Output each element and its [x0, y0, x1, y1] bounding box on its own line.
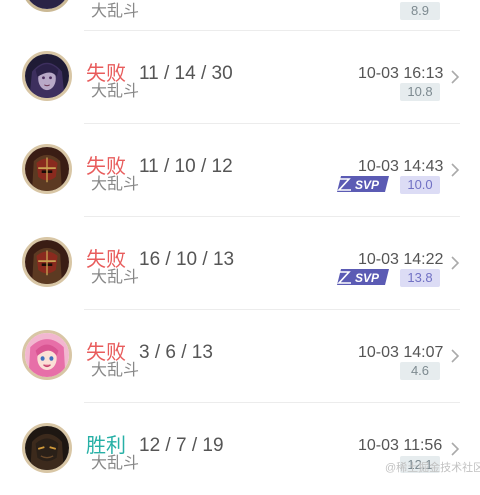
game-mode-label: 大乱斗	[91, 3, 140, 20]
chevron-right-icon	[451, 442, 460, 456]
match-history-list: 大乱斗 8.9 失败 11 / 14 / 30 10-03 16:13 大乱斗 …	[0, 0, 480, 480]
score-badge: 10.8	[400, 83, 440, 101]
game-mode-label: 大乱斗	[91, 176, 140, 193]
list-item-partial[interactable]: 大乱斗 8.9	[0, 0, 480, 30]
game-mode-label: 大乱斗	[91, 362, 140, 379]
champion-avatar-icon	[22, 330, 72, 380]
chevron-right-icon	[451, 163, 460, 177]
game-mode-label: 大乱斗	[91, 83, 140, 100]
svp-badge: SVP	[335, 173, 391, 195]
game-mode-label: 大乱斗	[91, 269, 140, 286]
chevron-right-icon	[451, 349, 460, 363]
game-mode-label: 大乱斗	[91, 455, 140, 472]
list-item[interactable]: 胜利 12 / 7 / 19 10-03 11:56 大乱斗 12.1	[0, 403, 480, 495]
kda-text: 11 / 10 / 12	[139, 156, 233, 177]
champion-avatar-icon	[22, 144, 72, 194]
svp-badge: SVP	[335, 266, 391, 288]
kda-text: 12 / 7 / 19	[139, 435, 224, 456]
list-item[interactable]: 失败 16 / 10 / 13 10-03 14:22 大乱斗 SVP 13.8	[0, 217, 480, 309]
svp-label: SVP	[355, 271, 380, 285]
score-badge: 13.8	[400, 269, 440, 287]
champion-avatar-icon	[22, 423, 72, 473]
list-item[interactable]: 失败 11 / 10 / 12 10-03 14:43 大乱斗 SVP 10.0	[0, 124, 480, 216]
chevron-right-icon	[451, 256, 460, 270]
list-item[interactable]: 失败 11 / 14 / 30 10-03 16:13 大乱斗 10.8	[0, 31, 480, 123]
score-badge: 10.0	[400, 176, 440, 194]
chevron-right-icon	[451, 70, 460, 84]
match-time: 10-03 11:56	[358, 437, 443, 454]
svp-label: SVP	[355, 178, 380, 192]
score-badge: 4.6	[400, 362, 440, 380]
kda-text: 16 / 10 / 13	[139, 249, 235, 270]
kda-text: 11 / 14 / 30	[139, 63, 233, 84]
watermark: @稀土掘金技术社区	[385, 462, 480, 474]
list-item[interactable]: 失败 3 / 6 / 13 10-03 14:07 大乱斗 4.6	[0, 310, 480, 402]
score-badge: 8.9	[400, 2, 440, 20]
champion-avatar-icon	[22, 51, 72, 101]
champion-avatar-icon	[22, 237, 72, 287]
kda-text: 3 / 6 / 13	[139, 342, 213, 363]
champion-avatar-icon	[22, 0, 72, 12]
